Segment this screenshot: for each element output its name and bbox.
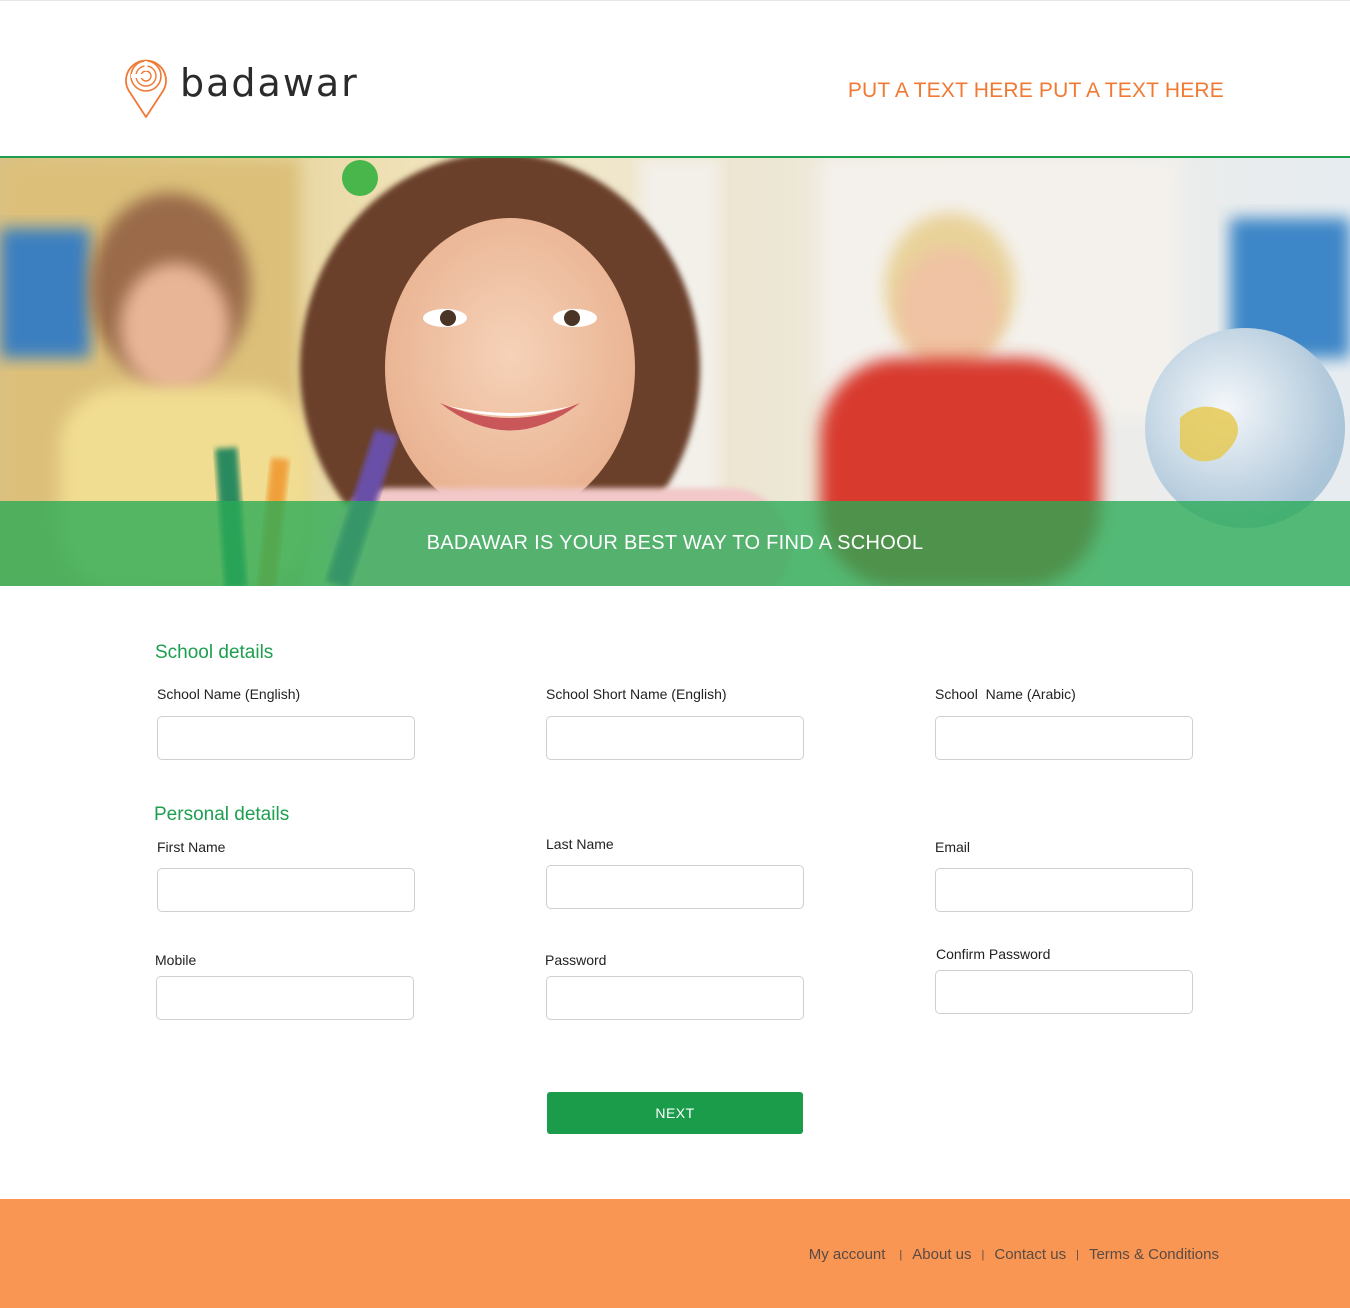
- footer-link-terms[interactable]: Terms & Conditions: [1089, 1246, 1219, 1263]
- email-input[interactable]: [935, 868, 1193, 912]
- email-label: Email: [935, 839, 971, 855]
- footer-link-my-account[interactable]: My account: [809, 1246, 886, 1263]
- school-name-english-input[interactable]: [157, 716, 415, 760]
- footer-link-contact-us[interactable]: Contact us: [994, 1246, 1066, 1263]
- confirm-password-label: Confirm Password: [936, 946, 1051, 962]
- logo[interactable]: badawar: [122, 51, 359, 119]
- footer-links: My account | About us | Contact us | Ter…: [809, 1246, 1219, 1263]
- first-name-input[interactable]: [157, 868, 415, 912]
- footer-separator: |: [981, 1248, 985, 1261]
- map-pin-icon: [122, 51, 170, 119]
- password-input[interactable]: [546, 976, 804, 1020]
- mobile-label: Mobile: [155, 952, 197, 968]
- first-name-label: First Name: [157, 839, 226, 855]
- school-name-arabic-input[interactable]: [935, 716, 1193, 760]
- hero-banner: BADAWAR IS YOUR BEST WAY TO FIND A SCHOO…: [0, 501, 1350, 586]
- footer-separator: |: [1076, 1248, 1079, 1261]
- school-short-name-english-label: School Short Name (English): [546, 686, 727, 702]
- footer-separator: |: [899, 1248, 903, 1261]
- hero-image: BADAWAR IS YOUR BEST WAY TO FIND A SCHOO…: [0, 158, 1350, 586]
- last-name-input[interactable]: [546, 865, 804, 909]
- confirm-password-input[interactable]: [935, 970, 1193, 1014]
- logo-text: badawar: [180, 61, 359, 105]
- school-name-arabic-label: School Name (Arabic): [935, 686, 1076, 702]
- site-footer: My account | About us | Contact us | Ter…: [0, 1199, 1350, 1308]
- personal-details-title: Personal details: [154, 804, 290, 825]
- header-tagline: PUT A TEXT HERE PUT A TEXT HERE: [847, 79, 1224, 102]
- footer-link-about-us[interactable]: About us: [912, 1246, 971, 1263]
- school-name-english-label: School Name (English): [157, 686, 301, 702]
- password-label: Password: [545, 952, 607, 968]
- hero-banner-text: BADAWAR IS YOUR BEST WAY TO FIND A SCHOO…: [426, 532, 924, 554]
- next-button[interactable]: NEXT: [547, 1092, 803, 1134]
- site-header: badawar PUT A TEXT HERE PUT A TEXT HERE: [0, 0, 1350, 158]
- school-details-title: School details: [155, 642, 274, 663]
- last-name-label: Last Name: [546, 836, 614, 852]
- mobile-input[interactable]: [156, 976, 414, 1020]
- school-short-name-english-input[interactable]: [546, 716, 804, 760]
